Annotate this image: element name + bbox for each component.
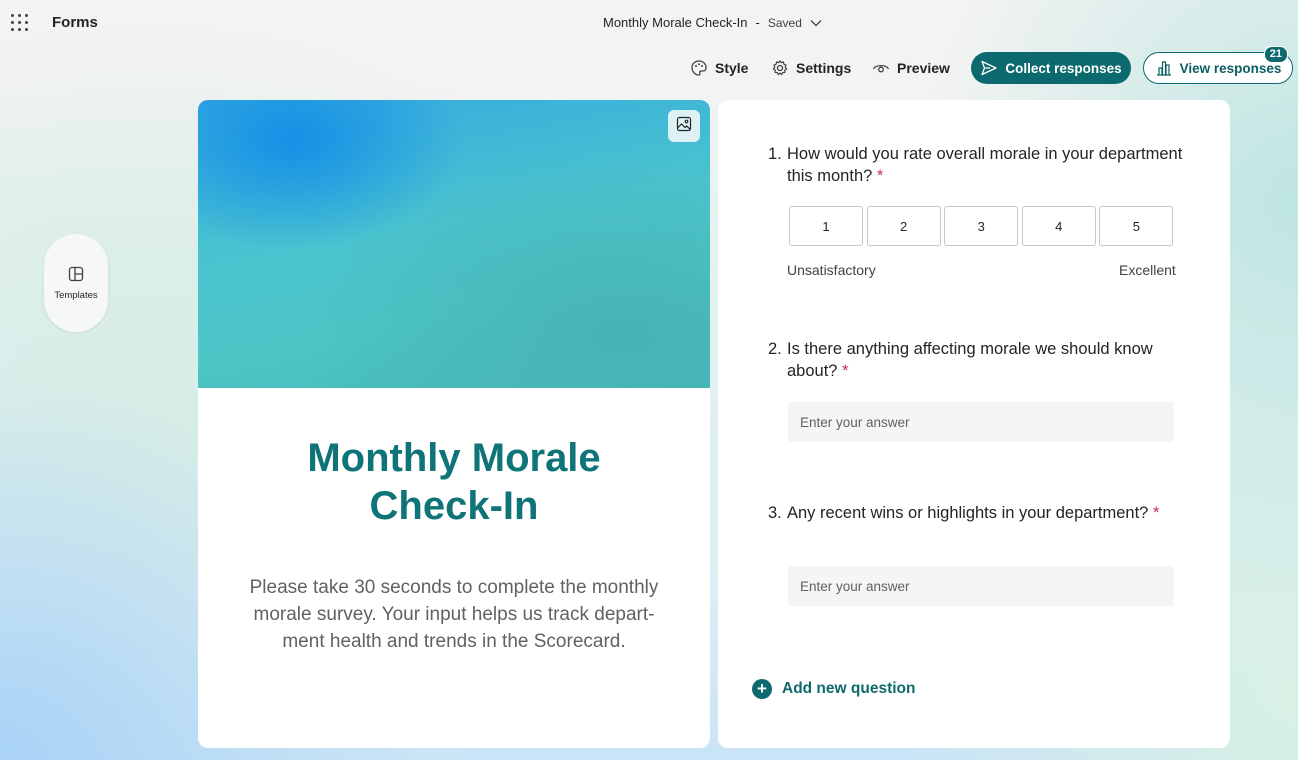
required-marker: * bbox=[842, 362, 849, 380]
question-2-text: 2. Is there anything affecting morale we… bbox=[768, 338, 1188, 382]
question-3-answer-input[interactable] bbox=[788, 566, 1174, 606]
question-number: 2. bbox=[768, 340, 782, 358]
rating-option-4[interactable]: 4 bbox=[1021, 206, 1096, 246]
rating-option-5[interactable]: 5 bbox=[1099, 206, 1174, 246]
question-title-text: How would you rate overall morale in you… bbox=[787, 145, 1183, 185]
bar-chart-icon bbox=[1155, 59, 1173, 77]
form-cover-card: Monthly Morale Check-In Please take 30 s… bbox=[198, 100, 710, 748]
question-number: 1. bbox=[768, 145, 782, 163]
command-toolbar: Style Settings Preview Collect responses… bbox=[0, 46, 1298, 84]
required-marker: * bbox=[1152, 504, 1160, 522]
rating-option-2[interactable]: 2 bbox=[866, 206, 941, 246]
gear-icon bbox=[771, 59, 789, 77]
question-1[interactable]: 1. How would you rate overall morale in … bbox=[768, 143, 1188, 187]
rating-high-label: Excellent bbox=[1119, 262, 1176, 278]
question-title: Any recent wins or highlights in your de… bbox=[787, 502, 1159, 524]
chevron-down-icon[interactable] bbox=[810, 15, 822, 30]
add-new-question-label: Add new question bbox=[782, 680, 916, 697]
settings-button[interactable]: Settings bbox=[771, 52, 851, 84]
templates-button[interactable]: Templates bbox=[44, 234, 108, 332]
form-description[interactable]: Please take 30 seconds to complete the m… bbox=[234, 574, 674, 655]
save-status: Saved bbox=[767, 15, 802, 30]
templates-icon bbox=[68, 266, 84, 287]
question-title-text: Any recent wins or highlights in your de… bbox=[787, 504, 1149, 522]
palette-icon bbox=[690, 59, 708, 77]
templates-label: Templates bbox=[54, 289, 98, 301]
required-marker: * bbox=[876, 167, 884, 185]
app-launcher-icon[interactable] bbox=[11, 14, 28, 31]
style-button[interactable]: Style bbox=[690, 52, 748, 84]
question-3-text: 3. Any recent wins or highlights in your… bbox=[768, 502, 1188, 524]
document-title-area[interactable]: Monthly Morale Check-In - Saved bbox=[603, 15, 822, 30]
top-bar: Forms Monthly Morale Check-In - Saved bbox=[0, 0, 1298, 44]
question-2[interactable]: 2. Is there anything affecting morale we… bbox=[768, 338, 1188, 382]
image-icon bbox=[676, 116, 692, 137]
view-responses-label: View responses bbox=[1179, 60, 1282, 76]
cover-image bbox=[198, 100, 710, 388]
question-title: Is there anything affecting morale we sh… bbox=[787, 338, 1188, 382]
app-name[interactable]: Forms bbox=[52, 14, 98, 31]
settings-label: Settings bbox=[796, 60, 852, 76]
question-1-text: 1. How would you rate overall morale in … bbox=[768, 143, 1188, 187]
change-image-button[interactable] bbox=[668, 110, 700, 142]
question-title: How would you rate overall morale in you… bbox=[787, 143, 1188, 187]
plus-circle-icon: + bbox=[752, 679, 772, 699]
title-separator: - bbox=[755, 15, 760, 30]
rating-option-3[interactable]: 3 bbox=[944, 206, 1019, 246]
view-responses-button[interactable]: View responses 21 bbox=[1143, 46, 1293, 84]
preview-label: Preview bbox=[897, 60, 950, 76]
form-title[interactable]: Monthly Morale Check-In bbox=[238, 434, 670, 530]
rating-scale: 1 2 3 4 5 bbox=[789, 206, 1177, 246]
rating-low-label: Unsatisfactory bbox=[787, 262, 876, 278]
style-label: Style bbox=[715, 60, 749, 76]
rating-option-1[interactable]: 1 bbox=[789, 206, 863, 246]
question-number: 3. bbox=[768, 504, 782, 522]
response-count-badge: 21 bbox=[1263, 46, 1288, 63]
send-icon bbox=[980, 59, 998, 77]
preview-button[interactable]: Preview bbox=[872, 52, 950, 84]
question-2-answer-input[interactable] bbox=[788, 402, 1174, 442]
question-3[interactable]: 3. Any recent wins or highlights in your… bbox=[768, 502, 1188, 524]
eye-icon bbox=[872, 59, 890, 77]
collect-responses-label: Collect responses bbox=[1005, 60, 1122, 76]
add-new-question-button[interactable]: + Add new question bbox=[752, 679, 915, 699]
questions-card: 1. How would you rate overall morale in … bbox=[718, 100, 1230, 748]
collect-responses-button[interactable]: Collect responses bbox=[971, 52, 1131, 84]
document-title[interactable]: Monthly Morale Check-In bbox=[603, 15, 748, 30]
